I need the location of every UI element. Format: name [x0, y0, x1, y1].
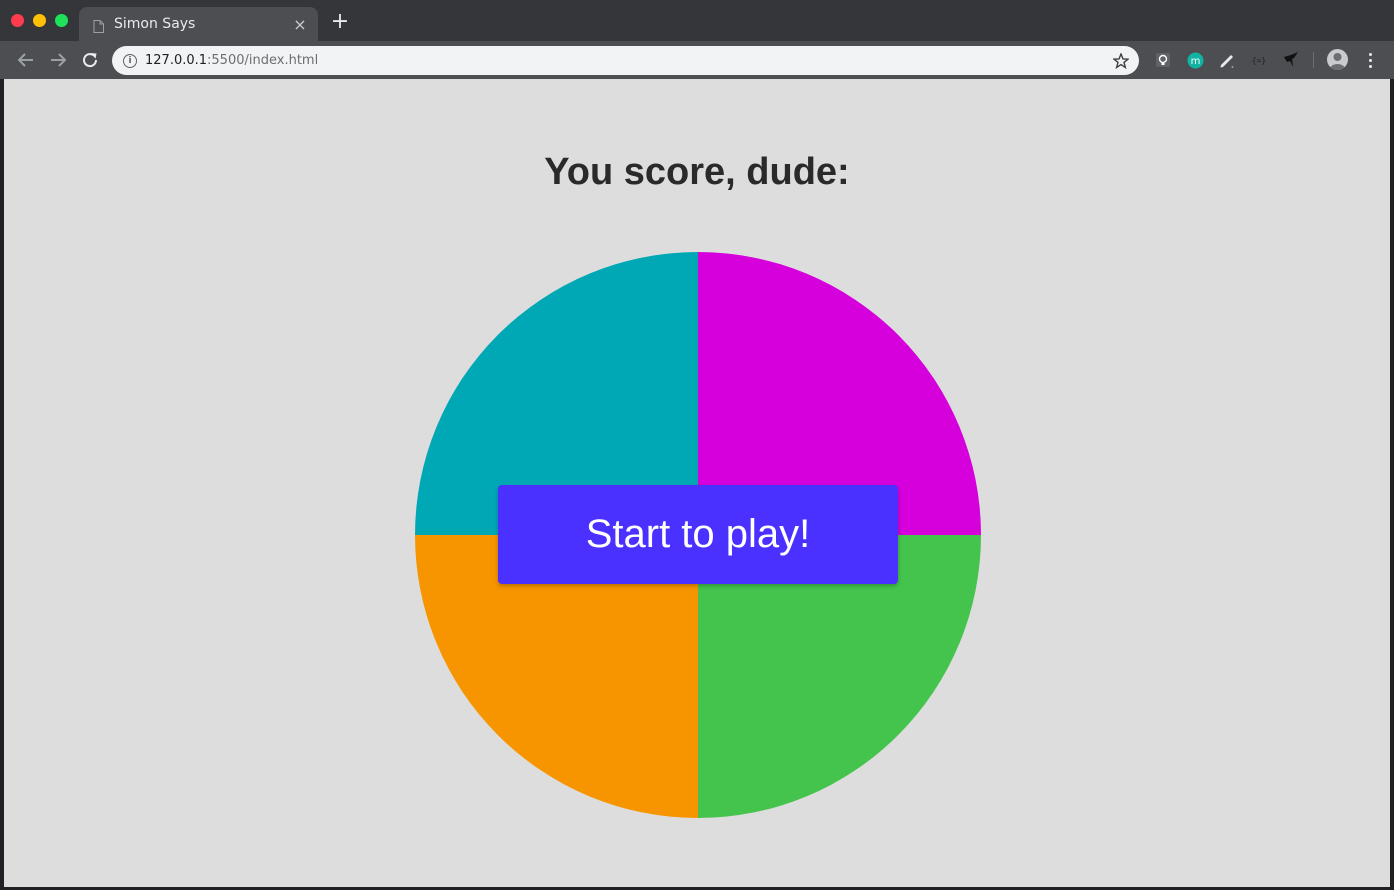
minimize-window-button[interactable]	[33, 14, 46, 27]
info-icon[interactable]: i	[123, 53, 137, 68]
close-window-button[interactable]	[11, 14, 24, 27]
address-bar[interactable]: i 127.0.0.1:5500/index.html	[112, 46, 1139, 75]
document-icon	[93, 18, 104, 33]
svg-text:{=}: {=}	[1252, 56, 1266, 65]
toolbar-divider	[1313, 52, 1314, 68]
kebab-menu-icon[interactable]	[1360, 50, 1380, 70]
reload-icon[interactable]	[79, 49, 101, 71]
score-title: You score, dude:	[544, 151, 850, 193]
tab-close-icon[interactable]: ×	[290, 14, 310, 34]
braces-extension-icon[interactable]: {=}	[1249, 50, 1269, 70]
svg-text:m: m	[1190, 56, 1200, 67]
avatar-icon[interactable]	[1327, 49, 1348, 70]
maximize-window-button[interactable]	[55, 14, 68, 27]
tab-simon-says[interactable]: Simon Says ×	[79, 7, 318, 41]
url-path: :5500/index.html	[207, 53, 319, 68]
star-icon[interactable]	[1111, 51, 1131, 71]
arrow-right-icon[interactable]	[47, 49, 69, 71]
bird-extension-icon[interactable]	[1281, 50, 1301, 70]
tab-title: Simon Says	[114, 16, 196, 32]
url-host: 127.0.0.1	[145, 53, 208, 68]
url-text[interactable]: 127.0.0.1:5500/index.html	[145, 53, 1111, 68]
m-extension-icon[interactable]: m	[1185, 50, 1205, 70]
tab-strip: Simon Says × +	[0, 0, 1394, 41]
arrow-left-icon[interactable]	[15, 49, 37, 71]
page-viewport: You score, dude: Start to play!	[4, 79, 1390, 887]
new-tab-button[interactable]: +	[328, 10, 352, 34]
browser-toolbar: i 127.0.0.1:5500/index.html m {=}	[0, 41, 1394, 79]
pen-extension-icon[interactable]	[1217, 50, 1237, 70]
start-button[interactable]: Start to play!	[498, 485, 898, 584]
lightbulb-extension-icon[interactable]	[1153, 50, 1173, 70]
